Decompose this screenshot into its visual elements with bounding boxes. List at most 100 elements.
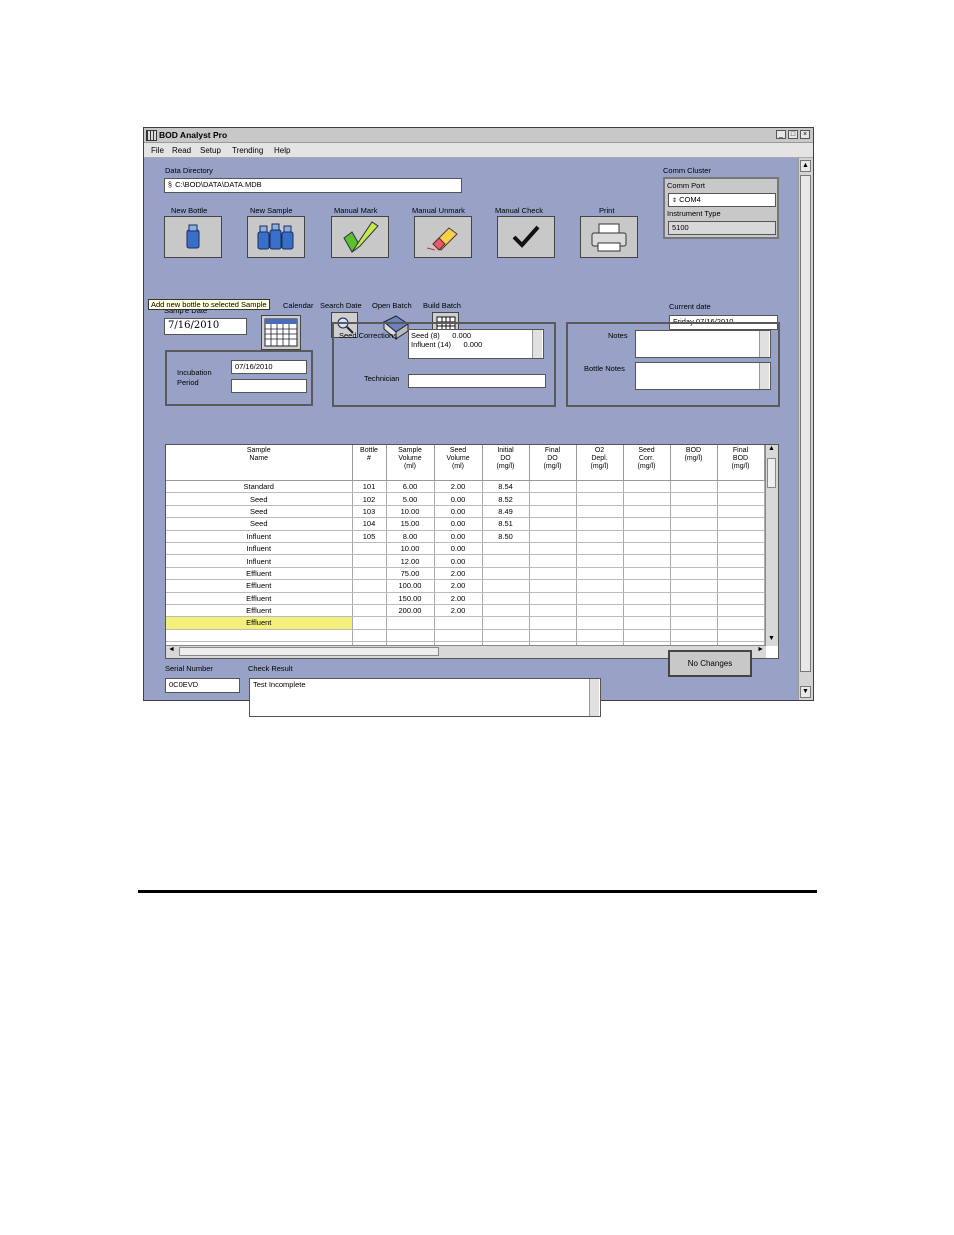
window-vertical-scrollbar[interactable]: ▲ ▼ (798, 158, 813, 700)
sample-name-cell[interactable] (166, 629, 353, 643)
table-cell[interactable] (623, 505, 671, 519)
table-cell[interactable] (717, 480, 765, 494)
calendar-button[interactable] (261, 315, 301, 350)
table-cell[interactable] (623, 616, 671, 630)
table-cell[interactable]: 15.00 (386, 517, 435, 531)
table-cell[interactable] (576, 492, 624, 506)
new-sample-button[interactable] (247, 216, 305, 258)
manual-mark-button[interactable] (331, 216, 389, 258)
table-cell[interactable] (529, 542, 577, 556)
table-row[interactable]: Seed 104 15.00 0.00 8.51 (166, 517, 765, 531)
table-cell[interactable] (482, 554, 530, 568)
table-cell[interactable] (386, 629, 435, 643)
table-cell[interactable] (529, 554, 577, 568)
table-cell[interactable] (717, 592, 765, 605)
table-cell[interactable] (717, 517, 765, 531)
table-cell[interactable] (529, 480, 577, 494)
sample-name-cell[interactable]: Influent (166, 542, 353, 556)
table-cell[interactable]: 10.00 (386, 505, 435, 519)
table-cell[interactable] (482, 542, 530, 556)
table-row[interactable]: Seed 103 10.00 0.00 8.49 (166, 505, 765, 519)
table-cell[interactable] (623, 492, 671, 506)
bottle-notes-field[interactable] (635, 362, 771, 390)
table-row[interactable]: Seed 102 5.00 0.00 8.52 (166, 492, 765, 506)
minimize-button[interactable]: _ (776, 130, 786, 139)
table-cell[interactable] (482, 592, 530, 605)
incubation-date-field[interactable]: 07/16/2010 (231, 360, 307, 374)
table-cell[interactable] (717, 616, 765, 630)
menu-read[interactable]: Read (172, 146, 191, 155)
column-header[interactable]: Final DO (mg/l) (529, 445, 577, 481)
table-cell[interactable] (670, 616, 718, 630)
table-cell[interactable]: 8.54 (482, 480, 530, 494)
notes-field[interactable] (635, 330, 771, 358)
table-cell[interactable]: 10.00 (386, 542, 435, 556)
table-cell[interactable] (386, 616, 435, 630)
print-button[interactable] (580, 216, 638, 258)
check-result-scrollbar[interactable] (589, 679, 599, 716)
table-cell[interactable] (529, 616, 577, 630)
table-cell[interactable]: 0.00 (434, 530, 483, 543)
table-cell[interactable]: 0.00 (434, 517, 483, 531)
table-cell[interactable] (576, 542, 624, 556)
column-header[interactable]: Seed Volume (ml) (434, 445, 483, 481)
table-row[interactable]: Effluent 200.00 2.00 (166, 604, 765, 618)
data-directory-field[interactable]: § C:\BOD\DATA\DATA.MDB (164, 178, 462, 193)
table-cell[interactable] (576, 616, 624, 630)
column-header[interactable]: Sample Volume (ml) (386, 445, 435, 481)
table-cell[interactable] (670, 505, 718, 519)
table-cell[interactable] (529, 567, 577, 581)
column-header[interactable]: Bottle # (352, 445, 387, 481)
table-row[interactable]: Influent 12.00 0.00 (166, 554, 765, 568)
table-cell[interactable] (623, 604, 671, 618)
table-cell[interactable] (352, 542, 387, 556)
table-cell[interactable]: 103 (352, 505, 387, 519)
table-cell[interactable] (670, 517, 718, 531)
bottle-notes-scrollbar[interactable] (759, 363, 769, 389)
table-cell[interactable]: 75.00 (386, 567, 435, 581)
column-header[interactable]: BOD (mg/l) (670, 445, 718, 481)
table-cell[interactable]: 8.50 (482, 530, 530, 543)
sample-name-cell[interactable]: Influent (166, 554, 353, 568)
table-cell[interactable]: 200.00 (386, 604, 435, 618)
no-changes-button[interactable]: No Changes (668, 650, 752, 677)
table-cell[interactable] (623, 592, 671, 605)
table-cell[interactable]: 0.00 (434, 542, 483, 556)
table-cell[interactable]: 101 (352, 480, 387, 494)
table-cell[interactable]: 150.00 (386, 592, 435, 605)
window-scroll-down-icon[interactable]: ▼ (800, 686, 811, 698)
table-cell[interactable] (529, 592, 577, 605)
column-header[interactable]: Final BOD (mg/l) (717, 445, 765, 481)
table-cell[interactable] (352, 604, 387, 618)
table-cell[interactable] (482, 579, 530, 593)
table-cell[interactable]: 8.51 (482, 517, 530, 531)
table-cell[interactable] (576, 505, 624, 519)
table-cell[interactable] (623, 480, 671, 494)
table-cell[interactable]: 2.00 (434, 604, 483, 618)
table-cell[interactable]: 8.52 (482, 492, 530, 506)
table-cell[interactable] (529, 530, 577, 543)
technician-field[interactable] (408, 374, 546, 388)
table-cell[interactable]: 2.00 (434, 579, 483, 593)
table-row[interactable]: Standard 101 6.00 2.00 8.54 (166, 480, 765, 494)
table-cell[interactable]: 2.00 (434, 480, 483, 494)
table-cell[interactable] (670, 554, 718, 568)
table-cell[interactable]: 8.00 (386, 530, 435, 543)
scroll-up-icon[interactable]: ▲ (767, 445, 776, 456)
sample-name-cell[interactable]: Effluent (166, 616, 353, 630)
table-cell[interactable] (352, 554, 387, 568)
table-cell[interactable] (576, 480, 624, 494)
column-header[interactable]: Sample Name (166, 445, 353, 481)
sample-name-cell[interactable]: Seed (166, 505, 353, 519)
table-cell[interactable] (352, 567, 387, 581)
sample-name-cell[interactable]: Seed (166, 517, 353, 531)
table-cell[interactable] (576, 592, 624, 605)
table-cell[interactable] (670, 604, 718, 618)
sample-name-cell[interactable]: Effluent (166, 604, 353, 618)
sample-name-cell[interactable]: Seed (166, 492, 353, 506)
table-cell[interactable] (717, 579, 765, 593)
table-cell[interactable] (670, 592, 718, 605)
menu-trending[interactable]: Trending (232, 146, 263, 155)
table-cell[interactable] (529, 517, 577, 531)
column-header[interactable]: Seed Corr. (mg/l) (623, 445, 671, 481)
